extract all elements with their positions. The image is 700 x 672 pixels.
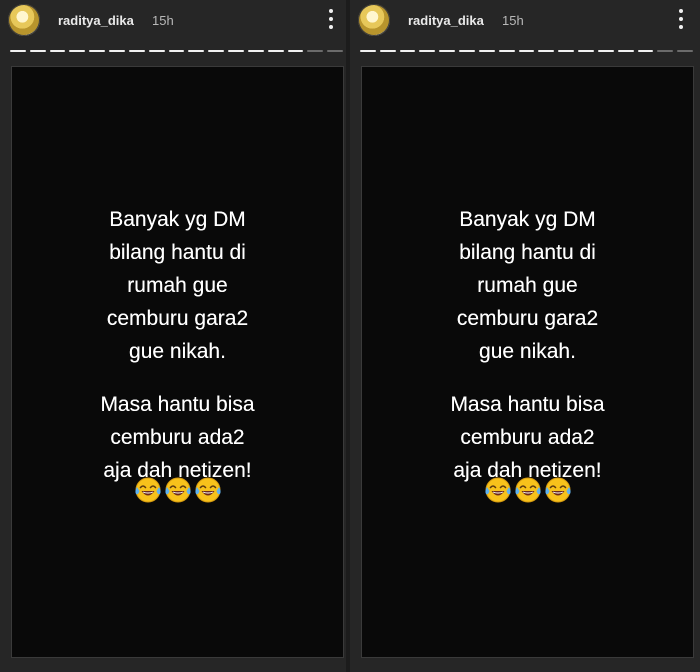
progress-segment: [267, 50, 284, 52]
progress-segment: [657, 50, 674, 52]
progress-segment: [677, 50, 694, 52]
timestamp: 15h: [502, 13, 524, 28]
progress-segment: [287, 50, 304, 52]
progress-segment: [109, 50, 125, 52]
progress-segment: [168, 50, 185, 52]
progress-segment: [128, 50, 145, 52]
caption-line: gue nikah.: [479, 340, 576, 363]
progress-segment: [637, 50, 654, 52]
progress-segment: [148, 50, 165, 52]
username[interactable]: raditya_dika: [408, 13, 484, 28]
progress-segment: [10, 50, 26, 52]
more-options-icon[interactable]: [328, 6, 334, 34]
timestamp: 15h: [152, 13, 174, 28]
progress-bar: [360, 50, 694, 53]
progress-segment: [478, 50, 495, 52]
tears-of-joy-emoji-icon: [484, 476, 512, 504]
progress-segment: [617, 50, 634, 52]
progress-bar: [10, 50, 344, 53]
emoji-row: [12, 476, 343, 510]
caption-line: cemburu gara2: [106, 307, 249, 330]
progress-segment: [360, 50, 376, 52]
progress-segment: [29, 50, 46, 52]
avatar[interactable]: [358, 4, 390, 36]
progress-segment: [208, 50, 225, 52]
progress-segment: [459, 50, 475, 52]
progress-segment: [307, 50, 324, 52]
caption-line: bilang hantu di: [109, 241, 246, 264]
progress-segment: [327, 50, 344, 52]
progress-segment: [439, 50, 456, 52]
progress-segment: [518, 50, 535, 52]
tears-of-joy-emoji-icon: [164, 476, 192, 504]
progress-segment: [498, 50, 515, 52]
username[interactable]: raditya_dika: [58, 13, 134, 28]
tears-of-joy-emoji-icon: [514, 476, 542, 504]
progress-segment: [597, 50, 614, 52]
progress-segment: [247, 50, 264, 52]
caption-line: Banyak yg DM: [459, 208, 596, 231]
more-options-icon[interactable]: [678, 6, 684, 34]
progress-segment: [69, 50, 86, 52]
progress-segment: [538, 50, 555, 52]
progress-segment: [89, 50, 106, 52]
progress-segment: [419, 50, 436, 52]
tears-of-joy-emoji-icon: [134, 476, 162, 504]
emoji-row: [362, 476, 693, 510]
story-header: raditya_dika 15h: [350, 0, 696, 44]
caption-line: cemburu gara2: [456, 307, 599, 330]
progress-segment: [188, 50, 205, 52]
caption-line: cemburu ada2: [110, 426, 245, 449]
progress-segment: [558, 50, 575, 52]
tears-of-joy-emoji-icon: [194, 476, 222, 504]
caption-line: rumah gue: [477, 274, 578, 297]
story-pane-left: raditya_dika 15h Banyak yg DM bilang hant…: [0, 0, 346, 672]
caption-line: Masa hantu bisa: [100, 393, 255, 416]
caption-line: cemburu ada2: [460, 426, 595, 449]
story-content[interactable]: Banyak yg DM bilang hantu di rumah gue cemb…: [361, 66, 694, 658]
story-content[interactable]: Banyak yg DM bilang hantu di rumah gue cemb…: [11, 66, 344, 658]
progress-segment: [399, 50, 416, 52]
story-caption: Banyak yg DM bilang hantu di rumah gue cemb…: [362, 203, 693, 487]
caption-line: rumah gue: [127, 274, 228, 297]
caption-line: Masa hantu bisa: [450, 393, 605, 416]
story-viewer: raditya_dika 15h Banyak yg DM bilang hant…: [0, 0, 700, 672]
story-caption: Banyak yg DM bilang hantu di rumah gue cemb…: [12, 203, 343, 487]
progress-segment: [49, 50, 66, 52]
progress-segment: [228, 50, 244, 52]
caption-line: Banyak yg DM: [109, 208, 246, 231]
progress-segment: [379, 50, 396, 52]
progress-segment: [578, 50, 594, 52]
story-header: raditya_dika 15h: [0, 0, 346, 44]
avatar[interactable]: [8, 4, 40, 36]
caption-line: gue nikah.: [129, 340, 226, 363]
tears-of-joy-emoji-icon: [544, 476, 572, 504]
caption-line: bilang hantu di: [459, 241, 596, 264]
story-pane-right: raditya_dika 15h Banyak yg DM bilang hant…: [350, 0, 696, 672]
